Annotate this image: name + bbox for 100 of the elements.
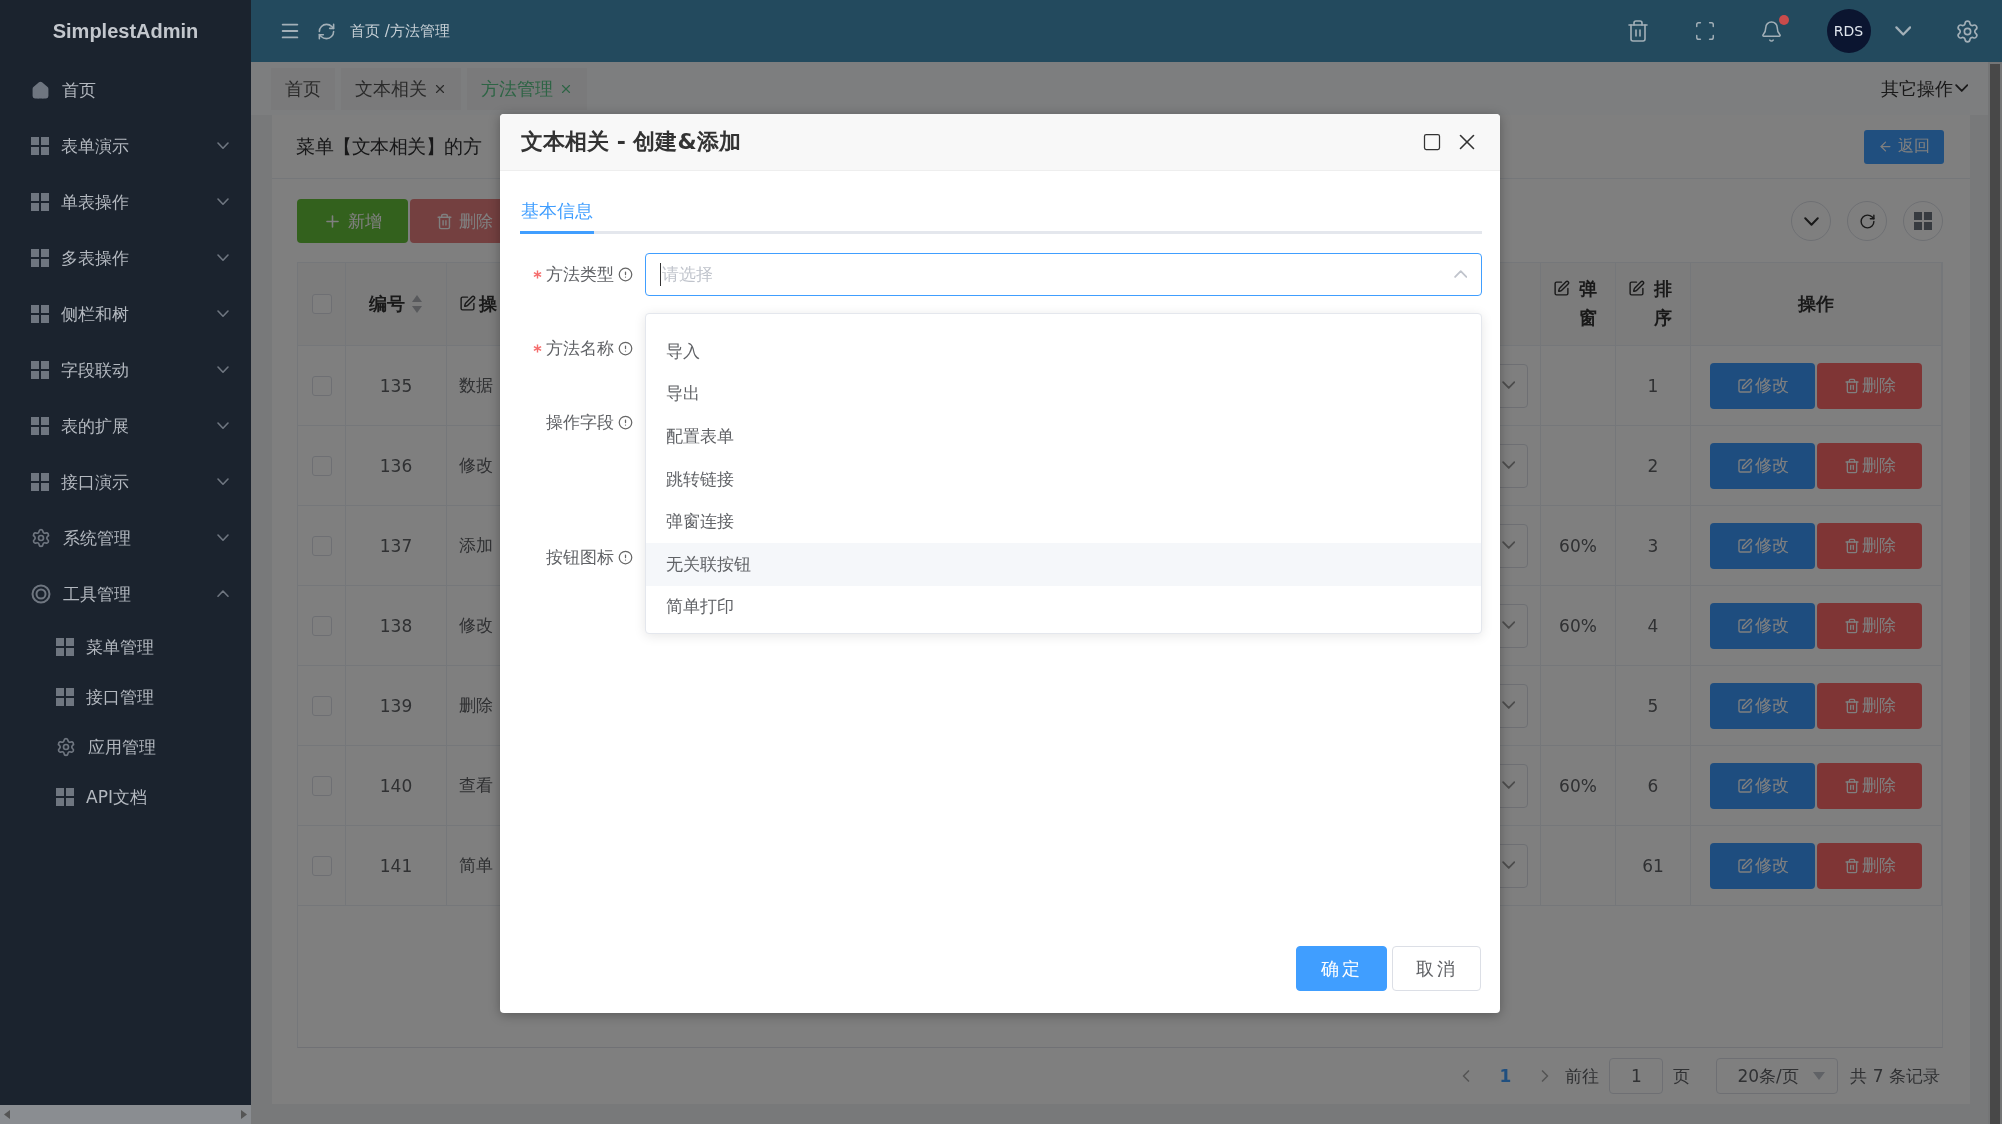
edit-icon [1736,857,1753,874]
dialog-title: 文本相关 - 创建&添加 [521,128,741,156]
form-label: 方法类型 [546,263,614,286]
sidebar-item[interactable]: 接口演示 [0,454,251,510]
edit-icon [1736,617,1753,634]
sidebar-item[interactable]: 系统管理 [0,510,251,566]
table-cell: 查看 [459,774,493,797]
refresh-icon[interactable] [317,21,336,41]
page-size-select[interactable]: 20条/页 [1716,1058,1839,1094]
collapse-button[interactable] [1791,201,1831,241]
sidebar-item[interactable]: 表单演示 [0,118,251,174]
sidebar-item[interactable]: 工具管理 [0,566,251,622]
delete-button[interactable]: 删除 [1817,842,1922,889]
dropdown-option[interactable]: 简单打印 [646,585,1481,629]
column-header: 操 [479,291,497,316]
edit-icon [1736,377,1753,394]
settings-icon [31,528,51,548]
edit-button[interactable]: 修改 [1710,442,1815,489]
sidebar-item[interactable]: 首页 [0,62,251,118]
sidebar-item[interactable]: 应用管理 [0,722,251,772]
dropdown-option[interactable]: 弹窗连接 [646,500,1481,543]
column-header: 编号 [369,291,405,316]
dropdown-option[interactable]: 导出 [646,372,1481,416]
grid-icon [31,305,49,323]
grid-icon [56,788,74,806]
table-cell: 140 [379,775,413,796]
dropdown-option[interactable]: 无关联按钮 [646,542,1481,586]
sidebar-item[interactable]: 字段联动 [0,342,251,398]
dropdown-option[interactable]: 跳转链接 [646,457,1481,501]
edit-button[interactable]: 修改 [1710,762,1815,809]
sidebar-item[interactable]: API文档 [0,772,251,822]
sidebar-item[interactable]: 侧栏和树 [0,286,251,342]
cancel-button[interactable]: 取消 [1392,946,1481,991]
table-cell: 60% [1559,615,1597,636]
info-icon[interactable] [618,550,633,565]
scroll-right-icon[interactable] [241,1110,247,1119]
confirm-button[interactable]: 确定 [1296,946,1387,991]
grid-icon [31,473,49,491]
dropdown-option[interactable]: 配置表单 [646,415,1481,458]
edit-button[interactable]: 修改 [1710,522,1815,569]
tab[interactable]: 文本相关 [341,67,461,110]
edit-button[interactable]: 修改 [1710,682,1815,729]
sidebar-item[interactable]: 多表操作 [0,230,251,286]
sidebar-item[interactable]: 菜单管理 [0,622,251,672]
info-icon[interactable] [618,415,633,430]
back-button[interactable]: 返回 [1864,129,1944,164]
columns-button[interactable] [1903,201,1943,241]
home-icon [31,80,50,100]
tab[interactable]: 基本信息 [520,191,594,234]
refresh-button[interactable] [1847,201,1887,241]
table-cell: 5 [1647,695,1659,716]
goto-label: 前往 [1565,1064,1600,1088]
total-count: 共 7 条记录 [1850,1064,1940,1088]
bell-icon[interactable] [1759,19,1783,43]
trash-icon[interactable] [1625,19,1650,43]
table-cell: 数据 [459,374,493,397]
dropdown-menu[interactable]: 其它操作 [1880,76,1968,101]
table-cell: 2 [1647,455,1659,476]
form-label: 按钮图标 [546,546,614,569]
trash-icon [1843,457,1860,474]
table-cell: 138 [379,615,413,636]
sidebar-item[interactable]: 单表操作 [0,174,251,230]
edit-button[interactable]: 修改 [1710,842,1815,889]
info-icon[interactable] [618,341,633,356]
delete-button[interactable]: 删除 [1817,762,1922,809]
delete-button[interactable]: 删除 [1817,522,1922,569]
avatar[interactable]: RDS [1826,9,1871,53]
table-cell: 修改 [459,454,493,477]
delete-button[interactable]: 删除 [1817,682,1922,729]
settings-icon[interactable] [1955,18,1980,44]
fullscreen-icon[interactable] [1693,20,1716,42]
tab[interactable]: 首页 [271,67,335,110]
select-field[interactable]: 请选择 [645,253,1482,296]
edit-button[interactable]: 修改 [1710,602,1815,649]
edit-icon [1736,457,1753,474]
sidebar-item[interactable]: 表的扩展 [0,398,251,454]
delete-button[interactable]: 删除 [1817,602,1922,649]
column-header: 操作 [1798,291,1834,316]
column-header: 排序 [1653,277,1673,330]
scroll-left-icon[interactable] [4,1110,10,1119]
delete-button[interactable]: 删除 [1817,362,1922,409]
add-button[interactable]: 新增 [297,199,408,243]
page-number[interactable]: 1 [1485,1066,1526,1086]
chevron-down-icon [1501,701,1515,710]
edit-button[interactable]: 修改 [1710,362,1815,409]
table-cell: 61 [1642,855,1664,876]
delete-button[interactable]: 删除 [1817,442,1922,489]
table-cell: 60% [1559,535,1597,556]
sidebar-item[interactable]: 接口管理 [0,672,251,722]
grid-icon [31,361,49,379]
info-icon[interactable] [618,267,633,282]
form-label: 操作字段 [546,411,614,434]
vertical-scrollbar[interactable] [1988,62,2002,1124]
dropdown-option[interactable]: 导入 [646,330,1481,373]
maximize-icon[interactable] [1422,132,1442,152]
horizontal-scrollbar[interactable] [0,1105,251,1124]
grid-icon [1914,212,1932,230]
page-input[interactable]: 1 [1609,1058,1664,1094]
edit-icon [1553,280,1570,298]
chevron-down-icon[interactable] [1894,26,1911,36]
